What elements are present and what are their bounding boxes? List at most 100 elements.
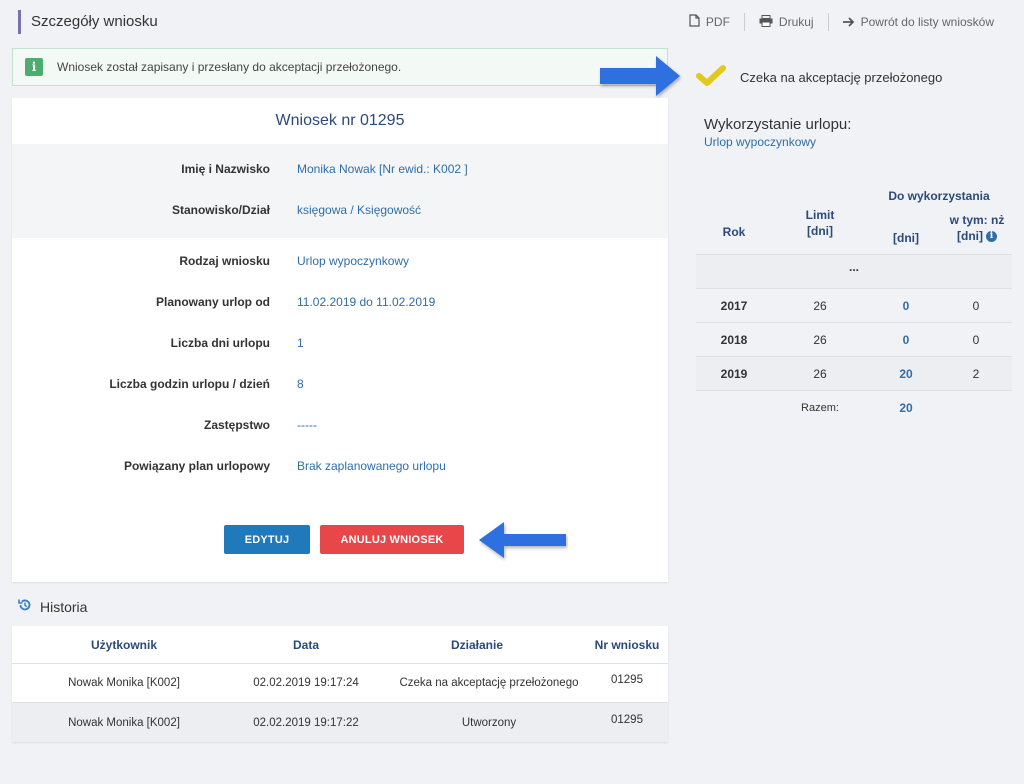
of-which-label: w tym: nż: [949, 213, 1005, 227]
limit-label: Limit: [805, 208, 835, 222]
checkmark-icon: [696, 64, 726, 91]
cancel-request-button[interactable]: ANULUJ WNIOSEK: [320, 525, 464, 554]
annotation-arrow-status: [600, 56, 680, 96]
field-value: księgowa / Księgowość: [297, 203, 422, 217]
field-label: Zastępstwo: [203, 418, 270, 432]
field-value: Monika Nowak [Nr ewid.: K002 ]: [297, 162, 468, 176]
toolbar-divider: [743, 13, 745, 31]
pdf-label: PDF: [705, 15, 730, 29]
printer-icon: [759, 14, 773, 30]
column-header-available: Do wykorzystania: [888, 189, 990, 203]
column-header: Data: [292, 637, 319, 652]
table-cell: 01295: [611, 713, 643, 726]
field-row: Planowany urlop od 11.02.2019 do 11.02.2…: [12, 292, 668, 312]
field-row: Powiązany plan urlopowy Brak zaplanowane…: [12, 456, 668, 476]
field-label: Imię i Nazwisko: [181, 162, 270, 176]
available-cell[interactable]: 0: [876, 289, 936, 323]
limit-cell: 26: [813, 299, 827, 313]
table-cell: Nowak Monika [K002]: [68, 677, 180, 689]
field-row: Liczba dni urlopu 1: [12, 333, 668, 353]
request-title: Wniosek nr 01295: [275, 112, 405, 129]
nz-cell: 0: [972, 299, 980, 313]
field-value: 11.02.2019 do 11.02.2019: [297, 295, 436, 309]
field-value: Brak zaplanowanego urlopu: [297, 459, 446, 473]
field-row: Stanowisko/Dział księgowa / Księgowość: [12, 200, 668, 220]
print-button[interactable]: Drukuj: [759, 14, 814, 30]
field-label: Liczba godzin urlopu / dzień: [109, 377, 270, 391]
table-cell: 02.02.2019 19:17:24: [253, 677, 359, 689]
pdf-icon: [689, 14, 700, 30]
table-row: Nowak Monika [K002] 02.02.2019 19:17:24 …: [12, 664, 668, 703]
available-cell[interactable]: 0: [876, 323, 936, 357]
status-indicator: Czeka na akceptację przełożonego: [696, 64, 942, 91]
table-cell: Czeka na akceptację przełożonego: [399, 677, 579, 689]
column-header-limit: Limit [dni]: [790, 207, 850, 239]
year-cell: 2018: [720, 333, 748, 347]
history-icon: [18, 598, 32, 615]
table-row: 2019 26 20 2: [696, 356, 1012, 390]
annotation-arrow-cancel: [479, 522, 566, 558]
pdf-button[interactable]: PDF: [689, 14, 730, 30]
column-header: Użytkownik: [90, 637, 157, 652]
usage-title: Wykorzystanie urlopu:: [704, 116, 852, 133]
back-label: Powrót do listy wniosków: [860, 15, 994, 29]
field-label: Liczba dni urlopu: [170, 336, 270, 350]
history-title: Historia: [40, 598, 88, 615]
alert-text: Wniosek został zapisany i przesłany do a…: [57, 60, 402, 74]
field-value: -----: [297, 418, 317, 432]
field-label: Powiązany plan urlopowy: [123, 459, 270, 473]
usage-subtitle: Urlop wypoczynkowy: [704, 135, 817, 149]
history-heading: Historia: [18, 598, 87, 615]
toolbar-divider: [827, 13, 829, 31]
column-header: Nr wniosku: [594, 637, 660, 652]
usage-header: Rok Limit [dni] Do wykorzystania [dni] w…: [696, 180, 1012, 254]
year-cell: 2017: [720, 299, 748, 313]
table-cell: 01295: [611, 674, 643, 686]
toolbar: PDF Drukuj Powrót do listy wniosków: [689, 13, 994, 31]
field-label: Rodzaj wniosku: [179, 254, 270, 268]
edit-button[interactable]: EDYTUJ: [224, 525, 310, 554]
limit-cell: 26: [813, 333, 827, 347]
print-label: Drukuj: [778, 15, 814, 29]
available-unit: [dni]: [893, 231, 919, 245]
of-which-unit: [dni]: [957, 229, 983, 243]
field-label: Planowany urlop od: [155, 295, 270, 309]
nz-cell: 0: [972, 333, 980, 347]
total-label: Razem:: [801, 402, 839, 414]
field-row: Imię i Nazwisko Monika Nowak [Nr ewid.: …: [12, 159, 668, 179]
arrow-right-icon: [842, 15, 855, 30]
history-header-row: Użytkownik Data Działanie Nr wniosku: [12, 626, 668, 664]
column-header: Działanie: [450, 637, 504, 652]
limit-unit: [dni]: [807, 224, 833, 238]
info-icon: i: [25, 58, 43, 76]
nz-cell: 2: [972, 367, 980, 381]
year-cell: 2019: [720, 367, 748, 381]
history-table: Użytkownik Data Działanie Nr wniosku Now…: [12, 626, 668, 742]
total-value: 20: [899, 401, 913, 415]
total-row: Razem: 20: [696, 390, 1012, 424]
table-row: 2017 26 0 0: [696, 288, 1012, 322]
request-card: Wniosek nr 01295 Imię i Nazwisko Monika …: [12, 98, 668, 582]
field-row: Rodzaj wniosku Urlop wypoczynkowy: [12, 251, 668, 271]
field-value: Urlop wypoczynkowy: [297, 254, 410, 268]
ellipsis-row: ...: [696, 254, 1012, 288]
page-title: Szczegóły wniosku: [18, 10, 158, 34]
table-cell: Utworzony: [461, 716, 517, 729]
limit-cell: 26: [813, 367, 827, 381]
column-header-year: Rok: [722, 225, 746, 239]
back-to-list-link[interactable]: Powrót do listy wniosków: [842, 15, 994, 30]
status-text: Czeka na akceptację przełożonego: [740, 70, 943, 85]
top-bar: Szczegóły wniosku PDF Drukuj Powrót do l…: [0, 0, 1024, 44]
table-cell: Nowak Monika [K002]: [68, 716, 180, 729]
field-value: 1: [297, 336, 304, 350]
field-row: Liczba godzin urlopu / dzień 8: [12, 374, 668, 394]
available-cell[interactable]: 20: [876, 357, 936, 391]
column-header-of-which: w tym: nż [dni] i: [942, 212, 1012, 244]
info-icon[interactable]: i: [986, 231, 997, 243]
ellipsis: ...: [848, 260, 859, 274]
field-row: Zastępstwo -----: [12, 415, 668, 435]
success-alert: i Wniosek został zapisany i przesłany do…: [12, 48, 668, 86]
table-row: 2018 26 0 0: [696, 322, 1012, 356]
table-cell: 02.02.2019 19:17:22: [253, 716, 359, 729]
table-row: Nowak Monika [K002] 02.02.2019 19:17:22 …: [12, 703, 668, 742]
